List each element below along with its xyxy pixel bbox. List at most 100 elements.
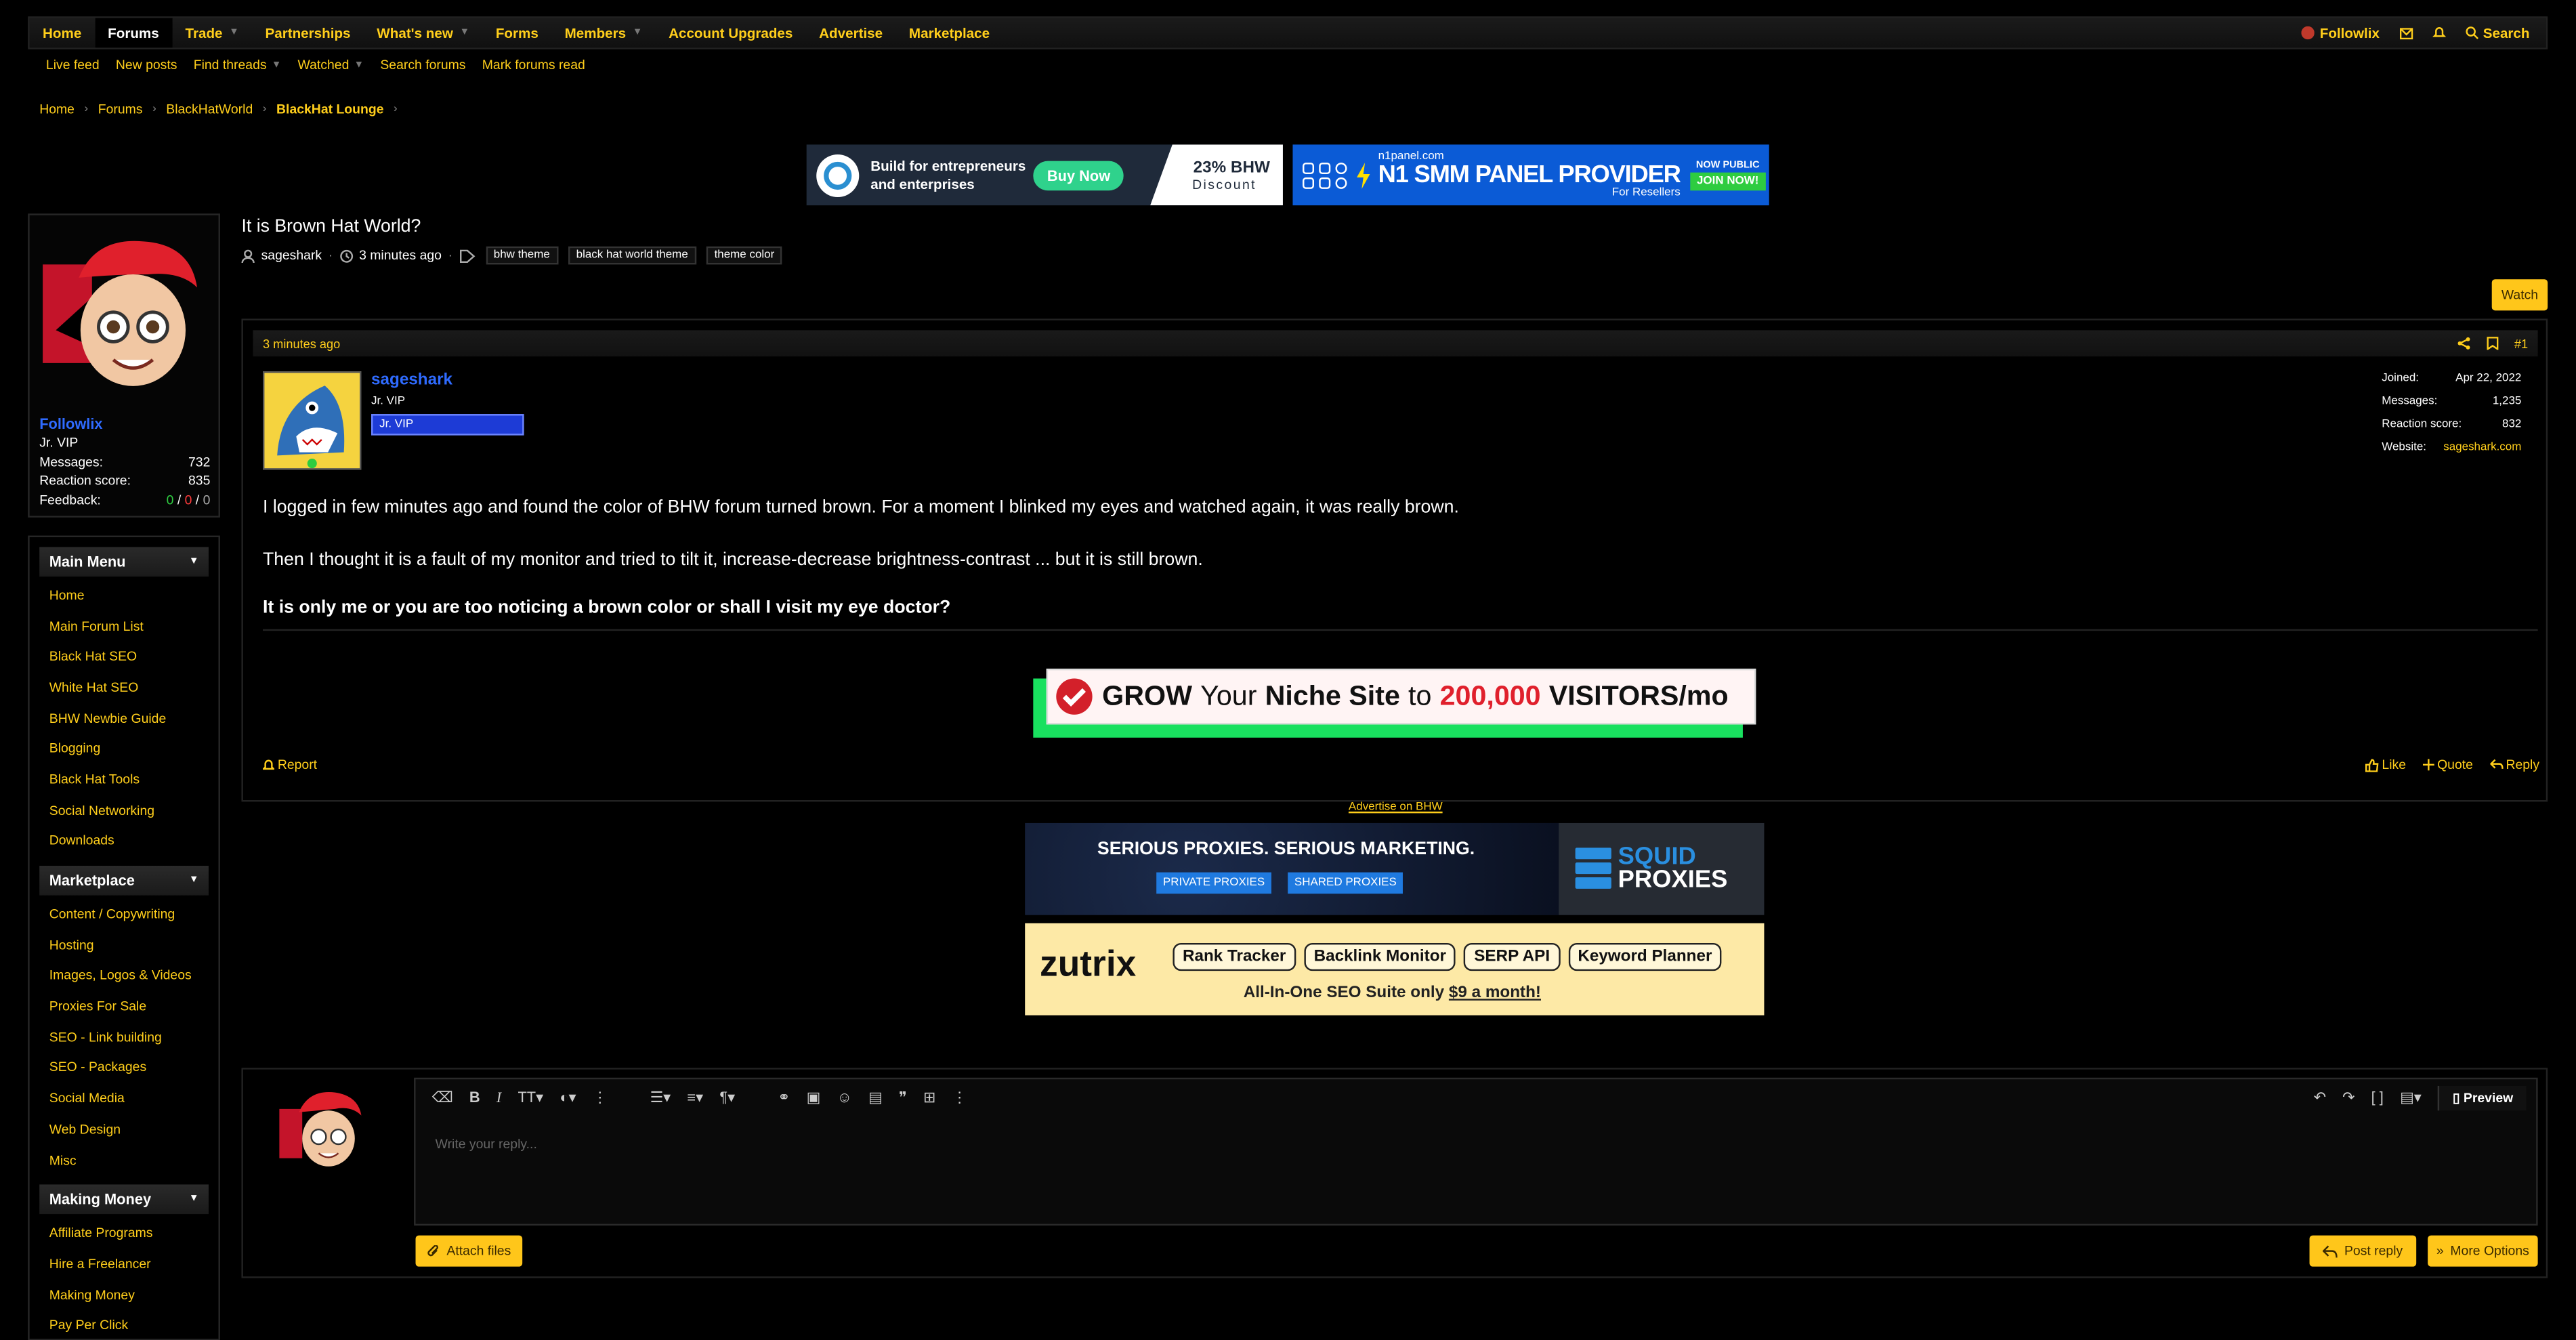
list-icon[interactable]: ☰▾ — [650, 1089, 671, 1107]
table-icon[interactable]: ⊞ — [923, 1089, 935, 1107]
zutrix-pill[interactable]: Rank Tracker — [1173, 942, 1296, 971]
post-author-name[interactable]: sageshark — [371, 371, 452, 390]
palette-icon[interactable]: ◐▾ — [559, 1089, 576, 1107]
subnav-item[interactable]: Mark forums read — [482, 58, 585, 72]
preview-button[interactable]: ▯ Preview — [2438, 1085, 2527, 1110]
squid-private-button[interactable]: PRIVATE PROXIES — [1156, 872, 1271, 894]
redo-icon[interactable]: ↷ — [2342, 1089, 2355, 1107]
quote-icon[interactable]: ❞ — [899, 1089, 907, 1107]
tag[interactable]: bhw theme — [485, 246, 558, 265]
like-button[interactable]: Like — [2365, 757, 2406, 772]
menu-item[interactable]: Hosting — [30, 929, 219, 960]
more-options-button[interactable]: » More Options — [2428, 1235, 2538, 1267]
reply-input[interactable]: Write your reply... — [436, 1137, 537, 1152]
menu-item[interactable]: Social Networking — [30, 795, 219, 825]
menu-item[interactable]: BHW Newbie Guide — [30, 703, 219, 733]
bookmark-icon[interactable] — [2486, 337, 2498, 350]
menu-item[interactable]: Blogging — [30, 734, 219, 764]
breadcrumb-item[interactable]: BlackHat Lounge — [276, 102, 383, 117]
zutrix-pill[interactable]: SERP API — [1464, 942, 1560, 971]
quote-button[interactable]: Quote — [2422, 757, 2473, 772]
menu-item[interactable]: Making Money — [30, 1279, 219, 1310]
eraser-icon[interactable]: ⌫ — [432, 1089, 453, 1107]
thread-time[interactable]: 3 minutes ago — [359, 248, 442, 263]
ad-squid-proxies[interactable]: SERIOUS PROXIES. SERIOUS MARKETING. PRIV… — [1025, 822, 1765, 915]
menu-item[interactable]: Black Hat Tools — [30, 764, 219, 795]
attach-files-button[interactable]: Attach files — [415, 1235, 523, 1267]
inbox-icon[interactable] — [2399, 27, 2413, 39]
menu-item[interactable]: Main Forum List — [30, 610, 219, 641]
menu-item[interactable]: Web Design — [30, 1114, 219, 1144]
nav-item[interactable]: Home — [30, 18, 95, 48]
reply-button[interactable]: Reply — [2489, 757, 2539, 772]
tag[interactable]: black hat world theme — [568, 246, 696, 265]
nav-item[interactable]: Members ▼ — [551, 18, 655, 48]
breadcrumb-item[interactable]: BlackHatWorld — [166, 102, 253, 117]
user-avatar[interactable] — [43, 232, 207, 409]
menu-item[interactable]: Proxies For Sale — [30, 991, 219, 1022]
menu-item[interactable]: Black Hat SEO — [30, 642, 219, 672]
media-icon[interactable]: ▤ — [868, 1089, 883, 1107]
watch-button[interactable]: Watch — [2491, 279, 2548, 311]
nav-item[interactable]: Marketplace — [896, 18, 1003, 48]
drafts-icon[interactable]: ▤▾ — [2400, 1089, 2422, 1107]
menu-item[interactable]: SEO - Packages — [30, 1053, 219, 1083]
italic-icon[interactable]: I — [497, 1089, 501, 1106]
menu-item[interactable]: Affiliate Programs — [30, 1218, 219, 1249]
menu-item[interactable]: Hire a Freelancer — [30, 1249, 219, 1279]
menu-item[interactable]: Misc — [30, 1144, 219, 1175]
nav-item[interactable]: Forums — [94, 18, 173, 48]
post-author-avatar[interactable] — [263, 371, 362, 470]
report-link[interactable]: Report — [263, 757, 317, 772]
breadcrumb-item[interactable]: Forums — [98, 102, 143, 117]
squid-shared-button[interactable]: SHARED PROXIES — [1288, 872, 1403, 894]
post-number[interactable]: #1 — [2514, 336, 2528, 351]
subnav-item[interactable]: Search forums — [380, 58, 465, 72]
zutrix-pill[interactable]: Backlink Monitor — [1304, 942, 1456, 971]
menu-item[interactable]: Downloads — [30, 826, 219, 856]
align-icon[interactable]: ≡▾ — [687, 1089, 703, 1107]
subnav-item[interactable]: Live feed — [46, 58, 100, 72]
menu-section-header[interactable]: Making Money ▼ — [39, 1185, 209, 1215]
nav-item[interactable]: Partnerships — [252, 18, 364, 48]
share-icon[interactable] — [2457, 337, 2470, 350]
ad-grow-niche[interactable]: GROW Your Niche Site to 200,000 VISITORS… — [1033, 668, 1756, 738]
bell-icon[interactable] — [2432, 26, 2445, 39]
sidebar-username[interactable]: Followlix — [39, 416, 102, 432]
post-time[interactable]: 3 minutes ago — [263, 336, 340, 351]
bold-icon[interactable]: B — [469, 1089, 480, 1106]
paragraph-icon[interactable]: ¶▾ — [719, 1089, 735, 1107]
emoji-icon[interactable]: ☺ — [837, 1089, 852, 1106]
menu-item[interactable]: Social Media — [30, 1083, 219, 1114]
user-menu[interactable]: Followlix — [2302, 24, 2380, 41]
breadcrumb-item[interactable]: Home — [39, 102, 75, 117]
menu-item[interactable]: Pay Per Click — [30, 1310, 219, 1339]
link-icon[interactable]: ⚭ — [778, 1089, 790, 1107]
ad-buy-button[interactable]: Buy Now — [1034, 160, 1124, 190]
thread-author[interactable]: sageshark — [261, 248, 322, 263]
ad-zutrix[interactable]: zutrix Rank Tracker Backlink Monitor SER… — [1025, 923, 1765, 1016]
text-size-icon[interactable]: TT▾ — [518, 1089, 543, 1107]
bbcode-icon[interactable]: [ ] — [2371, 1089, 2384, 1106]
subnav-item[interactable]: Find threads ▼ — [194, 58, 282, 72]
nav-item[interactable]: Account Upgrades — [656, 18, 806, 48]
menu-item[interactable]: Images, Logos & Videos — [30, 961, 219, 991]
ad-banner-bhw[interactable]: Build for entrepreneurs and enterprises … — [806, 144, 1283, 206]
nav-item[interactable]: Advertise — [806, 18, 896, 48]
menu-item[interactable]: White Hat SEO — [30, 672, 219, 703]
feedback-values[interactable]: 0 / 0 / 0 — [167, 493, 211, 511]
website-link[interactable]: sageshark.com — [2443, 442, 2521, 465]
more-icon[interactable]: ⋮ — [593, 1089, 608, 1107]
more-icon[interactable]: ⋮ — [952, 1089, 967, 1107]
nav-item[interactable]: Forms — [482, 18, 551, 48]
menu-item[interactable]: SEO - Link building — [30, 1022, 219, 1052]
advertise-link[interactable]: Advertise on BHW — [1349, 801, 1443, 813]
search-button[interactable]: Search — [2465, 24, 2530, 41]
menu-section-header[interactable]: Main Menu ▼ — [39, 547, 209, 577]
tag[interactable]: theme color — [706, 246, 783, 265]
image-icon[interactable]: ▣ — [807, 1089, 821, 1107]
nav-item[interactable]: Trade ▼ — [172, 18, 252, 48]
zutrix-pill[interactable]: Keyword Planner — [1567, 942, 1723, 971]
undo-icon[interactable]: ↶ — [2314, 1089, 2326, 1107]
nav-item[interactable]: What's new ▼ — [364, 18, 483, 48]
